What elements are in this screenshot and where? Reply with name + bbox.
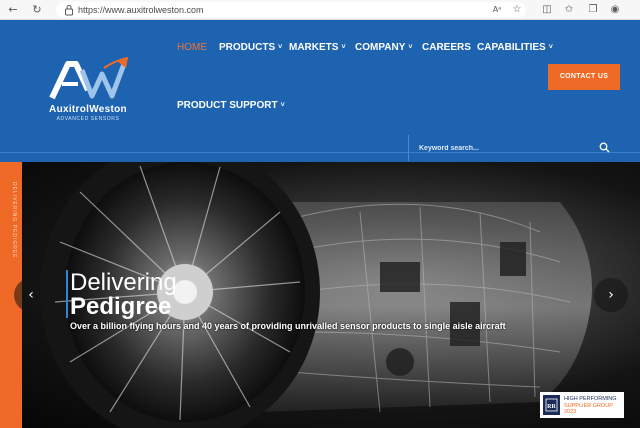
logo-wordmark: AuxitrolWeston bbox=[49, 104, 127, 115]
chevron-left-icon: ‹ bbox=[28, 287, 34, 303]
badge-line2: SUPPLIER GROUP 2023 bbox=[564, 402, 613, 416]
search-box bbox=[408, 135, 618, 161]
nav-home[interactable]: HOME bbox=[177, 42, 207, 54]
address-bar[interactable]: https://www.auxitrolweston.com bbox=[56, 2, 526, 18]
split-screen-icon[interactable]: ◫ bbox=[540, 3, 554, 17]
back-icon[interactable]: ← bbox=[6, 3, 20, 17]
lock-icon bbox=[65, 5, 73, 16]
contact-us-button[interactable]: CONTACT US bbox=[548, 64, 620, 90]
chevron-down-icon: ˅ bbox=[548, 44, 553, 51]
nav-markets[interactable]: MARKETS ˅ bbox=[289, 42, 346, 54]
url-text: https://www.auxitrolweston.com bbox=[78, 5, 204, 15]
collections-icon[interactable]: ❐ bbox=[586, 3, 600, 17]
refresh-icon[interactable]: ↻ bbox=[30, 3, 44, 17]
read-aloud-icon[interactable]: Aᵃ bbox=[490, 3, 504, 17]
search-icon[interactable] bbox=[599, 142, 610, 153]
hero-title-accent bbox=[66, 270, 68, 318]
chevron-down-icon: ˅ bbox=[278, 44, 283, 51]
rolls-royce-logo-icon: RR bbox=[543, 395, 560, 415]
hero-title-line2: Pedigree bbox=[70, 293, 172, 320]
badge-line1: HIGH PERFORMING bbox=[564, 396, 617, 402]
search-input[interactable] bbox=[419, 142, 589, 154]
site-logo[interactable]: AuxitrolWeston ADVANCED SENSORS bbox=[26, 56, 150, 126]
site-header: AuxitrolWeston ADVANCED SENSORS HOME PRO… bbox=[0, 20, 640, 162]
browser-toolbar: ← ↻ https://www.auxitrolweston.com Aᵃ ☆ … bbox=[0, 0, 640, 20]
chevron-right-icon: › bbox=[608, 287, 614, 303]
logo-tagline: ADVANCED SENSORS bbox=[56, 116, 120, 122]
badge-text: HIGH PERFORMING SUPPLIER GROUP 2023 bbox=[564, 396, 624, 416]
nav-capabilities[interactable]: CAPABILITIES ˅ bbox=[477, 42, 553, 54]
chevron-down-icon: ˅ bbox=[280, 102, 285, 109]
aw-logo-mark-icon bbox=[49, 57, 129, 100]
nav-products[interactable]: PRODUCTS ˅ bbox=[219, 42, 282, 54]
chevron-down-icon: ˅ bbox=[408, 44, 413, 51]
hero-caption: Over a billion flying hours and 40 years… bbox=[70, 321, 506, 331]
nav-careers[interactable]: CAREERS bbox=[422, 42, 471, 54]
favorite-star-icon[interactable]: ☆ bbox=[510, 3, 524, 17]
chevron-down-icon: ˅ bbox=[341, 44, 346, 51]
slider-prev-button[interactable]: ‹ bbox=[14, 278, 48, 312]
profile-icon[interactable]: ◉ bbox=[608, 3, 622, 17]
supplier-award-badge: RR HIGH PERFORMING SUPPLIER GROUP 2023 bbox=[540, 392, 624, 418]
slider-next-button[interactable]: › bbox=[594, 278, 628, 312]
nav-product-support[interactable]: PRODUCT SUPPORT ˅ bbox=[177, 100, 285, 112]
favorites-icon[interactable]: ✩ bbox=[562, 3, 576, 17]
nav-company[interactable]: COMPANY ˅ bbox=[355, 42, 412, 54]
svg-text:RR: RR bbox=[547, 404, 556, 410]
